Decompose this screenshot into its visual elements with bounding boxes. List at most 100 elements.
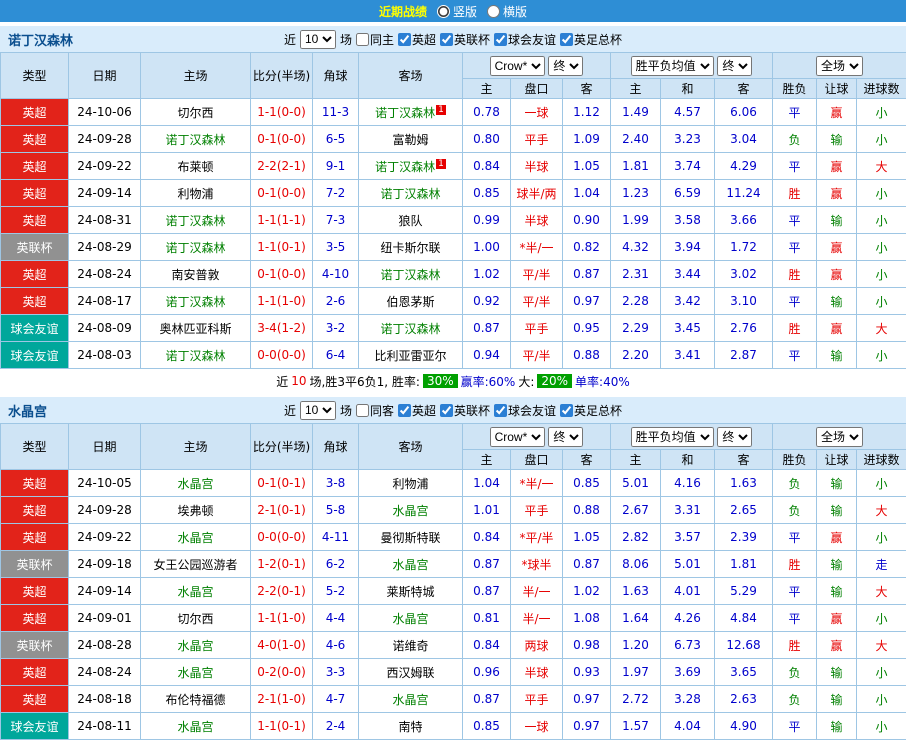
home-team-cell[interactable]: 南安普敦 [140,260,251,288]
handicap-result-cell: 输 [816,550,858,578]
match-count-select[interactable]: 10 [299,29,336,49]
corner-cell: 4-10 [312,260,359,288]
home-team-cell[interactable]: 切尔西 [140,98,251,126]
euro-away-odds-cell: 1.72 [713,233,774,261]
scope-select[interactable]: 全场 [816,55,864,76]
home-team-cell[interactable]: 水晶宫 [140,712,251,740]
away-team-cell[interactable]: 诺丁汉森林 [358,260,463,288]
euro-draw-odds-cell: 3.74 [660,152,715,180]
league-eflcup-checkbox[interactable] [440,403,453,417]
result-cell: 平 [772,523,818,551]
league-filter-eflcup[interactable]: 英联杯 [440,31,490,48]
odds-final-select[interactable]: 终 [548,426,584,447]
home-team-cell[interactable]: 诺丁汉森林 [140,341,251,369]
league-filter-epl[interactable]: 英超 [397,31,436,48]
away-team-cell[interactable]: 水晶宫 [358,604,463,632]
europe-odds-select[interactable]: 胜平负均值 [630,55,714,76]
home-team-cell[interactable]: 水晶宫 [140,577,251,605]
same-venue-checkbox[interactable] [355,32,369,46]
same-venue-option[interactable]: 同客 [355,402,394,419]
col-header-home: 主场 [140,423,251,470]
result-cell: 平 [772,206,818,234]
corner-cell: 3-8 [312,469,359,497]
match-date-cell: 24-09-28 [68,496,141,524]
match-row: 英超 24-09-28 埃弗顿 2-1(0-1) 5-8 水晶宫 1.01 平手 0.88 2.6… [0,496,906,524]
horizontal-radio-input[interactable] [487,4,500,18]
home-team-cell[interactable]: 水晶宫 [140,523,251,551]
palace-matches-table: 类型 日期 主场 比分(半场) 角球 客场 Crow* 终 胜平负均值 终 全场 [0,423,906,740]
league-filter-friendly[interactable]: 球会友谊 [494,402,556,419]
away-team-cell[interactable]: 水晶宫 [358,685,463,713]
europe-final-select[interactable]: 终 [717,55,753,76]
euro-home-odds-cell: 2.72 [610,685,661,713]
odds-source-select[interactable]: Crow* [489,426,545,447]
away-team-cell[interactable]: 伯恩茅斯 [358,287,463,315]
home-team-cell[interactable]: 切尔西 [140,604,251,632]
league-epl-checkbox[interactable] [397,32,411,46]
goals-result-cell: 小 [856,179,906,207]
away-team-cell[interactable]: 水晶宫 [358,496,463,524]
home-team-cell[interactable]: 女王公园巡游者 [140,550,251,578]
away-team-cell[interactable]: 西汉姆联 [358,658,463,686]
home-team-cell[interactable]: 奥林匹亚科斯 [140,314,251,342]
away-team-cell[interactable]: 诺丁汉森林 [358,179,463,207]
same-venue-option[interactable]: 同主 [355,31,394,48]
euro-home-odds-cell: 5.01 [610,469,661,497]
away-team-cell[interactable]: 水晶宫 [358,550,463,578]
same-venue-label: 同主 [369,32,394,47]
result-cell: 胜 [772,314,818,342]
league-filter-friendly[interactable]: 球会友谊 [494,31,556,48]
goals-result-cell: 大 [856,314,906,342]
home-team-cell[interactable]: 诺丁汉森林 [140,287,251,315]
away-team-cell[interactable]: 比利亚雷亚尔 [358,341,463,369]
away-team-cell[interactable]: 诺丁汉森林 1 [358,152,463,180]
home-team-cell[interactable]: 水晶宫 [140,631,251,659]
home-team-cell[interactable]: 布伦特福德 [140,685,251,713]
home-team-cell[interactable]: 利物浦 [140,179,251,207]
asian-away-odds-cell: 0.93 [562,658,611,686]
league-facup-checkbox[interactable] [560,403,574,417]
league-filter-epl[interactable]: 英超 [397,402,436,419]
home-team-cell[interactable]: 诺丁汉森林 [140,206,251,234]
layout-horizontal-option[interactable]: 横版 [487,3,527,20]
euro-home-odds-cell: 1.20 [610,631,661,659]
league-filter-facup[interactable]: 英足总杯 [560,31,622,48]
home-team-cell[interactable]: 诺丁汉森林 [140,125,251,153]
home-team-cell[interactable]: 水晶宫 [140,469,251,497]
away-team-cell[interactable]: 诺丁汉森林 [358,314,463,342]
same-venue-checkbox[interactable] [355,403,369,417]
away-team-cell[interactable]: 诺维奇 [358,631,463,659]
europe-odds-select[interactable]: 胜平负均值 [630,426,714,447]
home-team-cell[interactable]: 水晶宫 [140,658,251,686]
layout-vertical-option[interactable]: 竖版 [436,3,477,20]
away-team-cell[interactable]: 诺丁汉森林 1 [358,98,463,126]
home-team-cell[interactable]: 诺丁汉森林 [140,233,251,261]
away-team-cell[interactable]: 莱斯特城 [358,577,463,605]
away-team-cell[interactable]: 狼队 [358,206,463,234]
league-friendly-checkbox[interactable] [494,32,508,46]
league-friendly-checkbox[interactable] [494,403,508,417]
away-team-cell[interactable]: 纽卡斯尔联 [358,233,463,261]
euro-away-odds-cell: 5.29 [713,577,774,605]
odds-final-select[interactable]: 终 [548,55,584,76]
euro-draw-odds-cell: 5.01 [660,550,715,578]
euro-away-odds-cell: 12.68 [713,631,774,659]
league-epl-checkbox[interactable] [397,403,411,417]
league-facup-checkbox[interactable] [560,32,574,46]
league-filter-facup[interactable]: 英足总杯 [560,402,622,419]
league-filter-eflcup[interactable]: 英联杯 [440,402,490,419]
home-team-cell[interactable]: 布莱顿 [140,152,251,180]
match-count-select[interactable]: 10 [299,400,336,420]
away-team-cell[interactable]: 利物浦 [358,469,463,497]
home-team-cell[interactable]: 埃弗顿 [140,496,251,524]
league-eflcup-checkbox[interactable] [440,32,453,46]
score-cell: 0-1(0-0) [250,179,313,207]
europe-final-select[interactable]: 终 [717,426,753,447]
vertical-radio-input[interactable] [436,4,450,18]
match-row: 球会友谊 24-08-11 水晶宫 1-1(0-1) 2-4 南特 0.85 一球 0.97 1.… [0,712,906,740]
scope-select[interactable]: 全场 [816,426,864,447]
odds-source-select[interactable]: Crow* [489,55,545,76]
away-team-cell[interactable]: 南特 [358,712,463,740]
away-team-cell[interactable]: 曼彻斯特联 [358,523,463,551]
away-team-cell[interactable]: 富勒姆 [358,125,463,153]
